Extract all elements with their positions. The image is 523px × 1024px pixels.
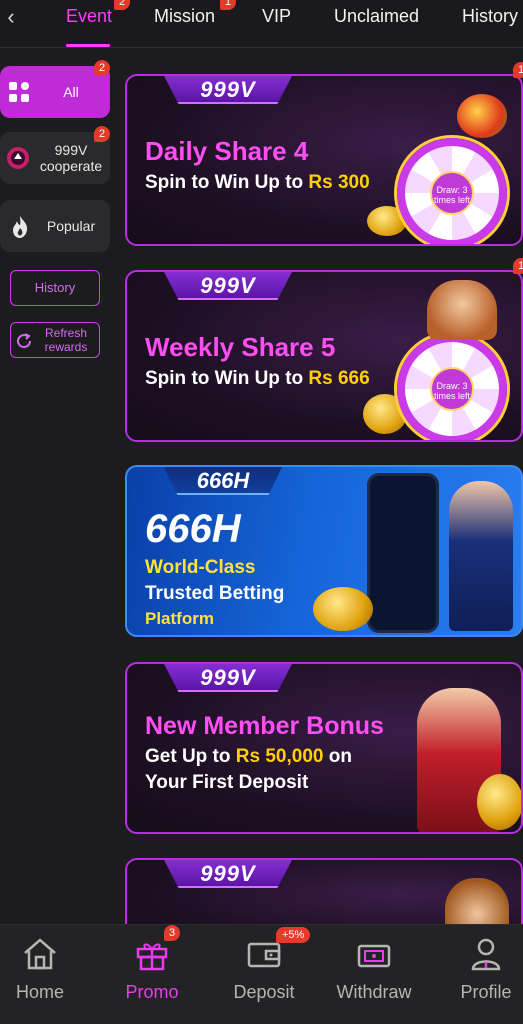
line-text: on: [323, 746, 352, 767]
tab-vip[interactable]: VIP: [262, 5, 291, 27]
category-label: 999V cooperate: [39, 142, 103, 174]
wheel-draw-button: Draw: 3 times left: [430, 367, 474, 411]
history-button[interactable]: History: [10, 270, 100, 306]
logo-text: 999V: [200, 861, 256, 886]
tab-label: Mission: [154, 6, 216, 26]
subtitle-text: Spin to Win Up to: [145, 172, 309, 193]
logo-text: 999V: [200, 665, 256, 690]
tab-history[interactable]: History: [462, 5, 518, 27]
banner-subtitle: Spin to Win Up to Rs 300: [145, 172, 370, 194]
refresh-rewards-label: Refresh rewards: [44, 326, 88, 354]
tab-mission-badge: 1: [220, 0, 236, 10]
wheel-draw-button: Draw: 3 times left: [430, 171, 474, 215]
banner-subtitle: Spin to Win Up to Rs 666: [145, 368, 370, 390]
flame-icon: [13, 216, 28, 238]
tab-label: Unclaimed: [334, 6, 420, 26]
nav-promo[interactable]: Promo: [110, 925, 194, 1024]
tab-label: Event: [66, 6, 113, 26]
tab-unclaimed[interactable]: Unclaimed: [334, 5, 419, 27]
999v-logo: 999V: [163, 664, 293, 692]
banner-weekly-share[interactable]: 999V Weekly Share 5 Spin to Win Up to Rs…: [125, 270, 523, 442]
category-label: All: [63, 84, 79, 100]
666h-logo: 666H: [163, 467, 283, 495]
999v-logo: 999V: [163, 860, 293, 888]
treasure-chest-image: [313, 587, 373, 631]
999v-logo: 999V: [163, 76, 293, 104]
prize-wheel-image: Draw: 3 times left: [397, 334, 507, 440]
bottom-navigation: Home Promo 3 Deposit +5% Withdraw Profil…: [0, 924, 523, 1024]
banner-line2: Your First Deposit: [145, 772, 309, 793]
999v-logo-icon: [7, 147, 29, 169]
category-popular[interactable]: Popular: [0, 200, 110, 252]
prize-wheel-image: Draw: 3 times left: [397, 138, 507, 244]
prize-amount: Rs 666: [308, 368, 370, 389]
gold-coins-image: [477, 774, 521, 830]
back-chevron-icon[interactable]: ‹: [0, 4, 22, 30]
banner-title: Daily Share 4: [145, 136, 309, 166]
tab-label: History: [462, 6, 519, 26]
gift-icon: [136, 943, 168, 971]
profile-icon: [471, 938, 501, 971]
banner-line1: Get Up to Rs 50,000 on: [145, 746, 352, 768]
nav-label: Withdraw: [336, 982, 412, 1002]
nav-home[interactable]: Home: [0, 925, 80, 1024]
pilot-character-image: [449, 481, 513, 631]
refresh-rewards-button[interactable]: Refresh rewards: [10, 322, 100, 358]
banner-new-member-bonus[interactable]: 999V New Member Bonus Get Up to Rs 50,00…: [125, 662, 523, 834]
tagline-line2: Trusted Betting: [145, 583, 285, 604]
nav-label: Home: [15, 982, 64, 1002]
tagline-line1: World-Class: [145, 557, 256, 578]
banner-title: New Member Bonus: [145, 712, 384, 740]
withdraw-icon: [357, 944, 391, 968]
banner-daily-share[interactable]: 999V Daily Share 4 Spin to Win Up to Rs …: [125, 74, 523, 246]
active-tab-indicator: [66, 44, 110, 47]
category-cooperate-badge: 2: [94, 126, 110, 142]
logo-text: 999V: [200, 273, 256, 298]
promo-badge: 3: [164, 925, 180, 941]
brand-headline: 666H: [145, 507, 241, 551]
banner-badge: 1: [513, 258, 523, 274]
banner-badge: 1: [513, 62, 523, 78]
grid-icon: [9, 82, 29, 102]
logo-text: 666H: [196, 468, 250, 493]
tab-event[interactable]: Event: [66, 5, 112, 27]
category-label: Popular: [46, 218, 96, 234]
promo-page: ‹ Event 2 Mission 1 VIP Unclaimed Histor…: [0, 0, 523, 1024]
tagline-line3: Platform: [145, 609, 214, 628]
banner-title: Weekly Share 5: [145, 332, 336, 362]
character-image: [427, 280, 497, 340]
dragon-image: [457, 94, 507, 138]
999v-logo: 999V: [163, 272, 293, 300]
refresh-icon: [17, 333, 32, 349]
tab-mission[interactable]: Mission: [154, 5, 215, 27]
subtitle-text: Spin to Win Up to: [145, 368, 309, 389]
bonus-amount: Rs 50,000: [235, 746, 324, 767]
nav-profile[interactable]: Profile: [446, 925, 523, 1024]
line-text: Get Up to: [145, 746, 236, 767]
deposit-bonus-badge: +5%: [276, 927, 311, 943]
nav-label: Promo: [125, 982, 179, 1002]
phone-mockup-image: [367, 473, 439, 633]
logo-text: 999V: [200, 77, 256, 102]
banner-666h[interactable]: 666H 666H World-Class Trusted Betting Pl…: [125, 465, 523, 637]
tab-label: VIP: [262, 6, 292, 26]
category-all-badge: 2: [94, 60, 110, 76]
category-sidebar: All 2 999V cooperate 2 Popular History R…: [0, 48, 118, 924]
top-tab-bar: ‹ Event 2 Mission 1 VIP Unclaimed Histor…: [0, 0, 523, 48]
nav-label: Profile: [460, 982, 512, 1002]
nav-label: Deposit: [233, 982, 295, 1002]
prize-amount: Rs 300: [308, 172, 370, 193]
tab-event-badge: 2: [114, 0, 130, 10]
home-icon: [24, 938, 56, 970]
nav-withdraw[interactable]: Withdraw: [332, 925, 416, 1024]
